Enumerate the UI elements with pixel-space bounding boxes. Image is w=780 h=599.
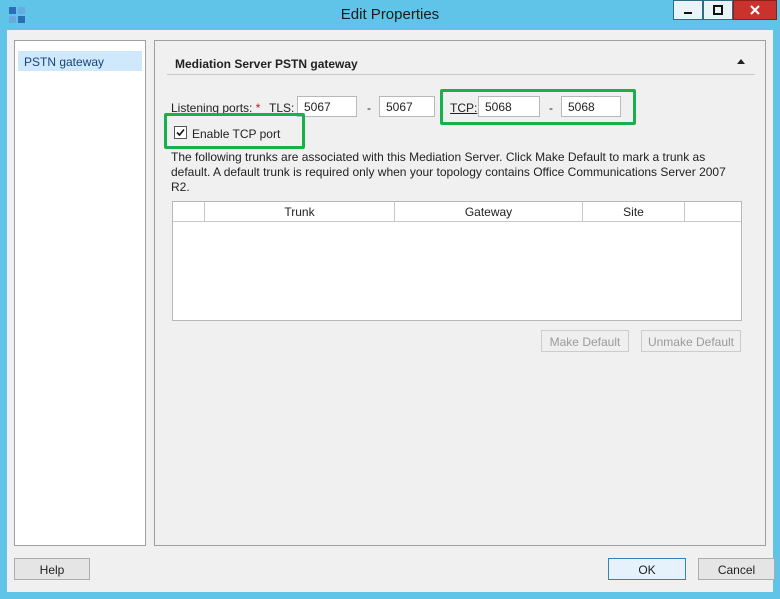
- minimize-icon: [684, 12, 692, 14]
- tcp-port-from-input[interactable]: 5068: [478, 96, 540, 117]
- table-header: Trunk Gateway Site: [173, 202, 741, 222]
- enable-tcp-checkbox[interactable]: [174, 126, 187, 139]
- tls-port-to-input[interactable]: 5067: [379, 96, 435, 117]
- tcp-label: TCP:: [450, 101, 478, 115]
- trunks-description: The following trunks are associated with…: [171, 150, 726, 194]
- nav-item-pstn-gateway[interactable]: PSTN gateway: [18, 51, 142, 71]
- column-header-trunk[interactable]: Trunk: [205, 202, 395, 222]
- dialog-client-area: PSTN gateway Mediation Server PSTN gatew…: [7, 30, 775, 592]
- tls-port-from-input[interactable]: 5067: [297, 96, 357, 117]
- trunks-table[interactable]: Trunk Gateway Site: [172, 201, 742, 321]
- maximize-icon: [713, 5, 723, 15]
- minimize-button[interactable]: [673, 0, 703, 20]
- window-title: Edit Properties: [340, 6, 440, 23]
- edit-properties-window: Edit Properties PSTN gateway Mediation S…: [0, 0, 780, 599]
- navigation-pane: PSTN gateway: [14, 40, 146, 546]
- content-pane: Mediation Server PSTN gateway Listening …: [154, 40, 766, 546]
- make-default-button[interactable]: Make Default: [541, 330, 629, 352]
- checkmark-icon: [176, 128, 185, 137]
- column-header-extra[interactable]: [685, 202, 741, 222]
- column-header-site[interactable]: Site: [583, 202, 685, 222]
- section-header[interactable]: Mediation Server PSTN gateway: [167, 51, 755, 75]
- tls-range-dash: -: [367, 101, 371, 115]
- unmake-default-button[interactable]: Unmake Default: [641, 330, 741, 352]
- tcp-port-to-input[interactable]: 5068: [561, 96, 621, 117]
- tcp-range-dash: -: [549, 101, 553, 115]
- cancel-button[interactable]: Cancel: [698, 558, 775, 580]
- column-header-select[interactable]: [173, 202, 205, 222]
- ok-button[interactable]: OK: [608, 558, 686, 580]
- title-bar[interactable]: Edit Properties: [0, 0, 780, 30]
- section-title: Mediation Server PSTN gateway: [175, 57, 358, 71]
- help-button[interactable]: Help: [14, 558, 90, 580]
- close-button[interactable]: [733, 0, 777, 20]
- close-icon: [750, 5, 760, 15]
- maximize-button[interactable]: [703, 0, 733, 20]
- column-header-gateway[interactable]: Gateway: [395, 202, 583, 222]
- collapse-icon[interactable]: [737, 59, 745, 64]
- enable-tcp-label[interactable]: Enable TCP port: [192, 127, 280, 141]
